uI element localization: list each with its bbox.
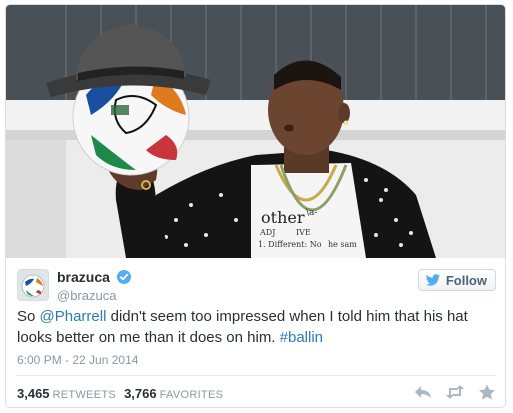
photo-image: other \a- ADJ IVE 1. Different: No he sa… bbox=[6, 5, 505, 258]
verified-badge-icon bbox=[117, 269, 132, 284]
retweets-count[interactable]: 3,465 bbox=[17, 386, 50, 401]
tweet-body: brazuca @brazuca Follow So @Pharrell did… bbox=[6, 258, 505, 407]
brazuca-ball-avatar-icon bbox=[18, 270, 48, 300]
tweet-stats: 3,465 RETWEETS 3,766 FAVORITES bbox=[17, 386, 231, 401]
divider bbox=[17, 375, 496, 376]
favorites-count[interactable]: 3,766 bbox=[124, 386, 157, 401]
shirt-adj-2: IVE bbox=[296, 228, 311, 237]
display-name[interactable]: brazuca bbox=[57, 269, 110, 285]
tweet-photo[interactable]: other \a- ADJ IVE 1. Different: No he sa… bbox=[6, 5, 505, 258]
shirt-def-1: 1. Different: No bbox=[258, 240, 322, 249]
tweet-actions bbox=[401, 384, 497, 400]
author-names[interactable]: brazuca @brazuca bbox=[57, 268, 132, 303]
follow-label: Follow bbox=[445, 272, 487, 288]
retweets-label[interactable]: RETWEETS bbox=[53, 389, 117, 401]
shirt-adj-1: ADJ bbox=[259, 228, 275, 237]
shirt-def-2: he sam bbox=[328, 240, 357, 249]
avatar[interactable] bbox=[17, 269, 49, 301]
shirt-word: other bbox=[261, 208, 305, 227]
star-icon[interactable] bbox=[477, 384, 497, 400]
reply-icon[interactable] bbox=[413, 384, 433, 400]
retweet-icon[interactable] bbox=[445, 384, 465, 400]
tweet-text-start: So bbox=[17, 308, 40, 325]
follow-button[interactable]: Follow bbox=[417, 269, 496, 291]
twitter-bird-icon bbox=[425, 273, 440, 286]
embedded-tweet-card: other \a- ADJ IVE 1. Different: No he sa… bbox=[5, 4, 506, 408]
shirt-phonetic: \a- bbox=[306, 208, 317, 218]
tweet-text: So @Pharrell didn't seem too impressed w… bbox=[17, 306, 497, 348]
timestamp[interactable]: 6:00 PM - 22 Jun 2014 bbox=[17, 353, 138, 367]
mention-link[interactable]: @Pharrell bbox=[40, 308, 107, 325]
handle[interactable]: @brazuca bbox=[57, 288, 131, 303]
favorites-label[interactable]: FAVORITES bbox=[160, 389, 224, 401]
hashtag-link[interactable]: #ballin bbox=[280, 329, 323, 346]
